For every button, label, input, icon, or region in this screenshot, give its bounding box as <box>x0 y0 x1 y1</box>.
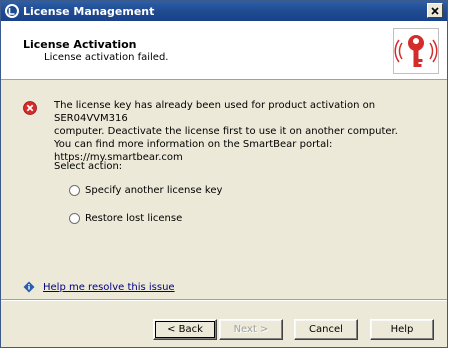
page-subtitle: License activation failed. <box>44 52 169 63</box>
wizard-content: The license key has already been used fo… <box>1 80 447 299</box>
next-button[interactable]: Next > <box>219 319 283 340</box>
help-button[interactable]: Help <box>370 319 434 340</box>
radio-label: Specify another license key <box>85 185 223 196</box>
footer-divider <box>1 299 447 301</box>
error-icon <box>23 101 37 115</box>
radio-button[interactable] <box>69 213 80 224</box>
error-message-line: computer. Deactivate the license first t… <box>54 126 398 137</box>
select-action-label: Select action: <box>54 161 123 172</box>
help-resolve-link[interactable]: Help me resolve this issue <box>43 282 175 293</box>
radio-button[interactable] <box>69 185 80 196</box>
license-key-icon <box>393 28 439 74</box>
app-logo-icon <box>5 4 19 18</box>
back-button[interactable]: < Back <box>153 319 217 340</box>
window-title: License Management <box>23 5 155 18</box>
page-title: License Activation <box>23 38 137 51</box>
cancel-button[interactable]: Cancel <box>294 319 358 340</box>
info-icon <box>23 281 35 293</box>
close-icon <box>431 6 439 15</box>
radio-restore-lost-license[interactable]: Restore lost license <box>69 213 182 224</box>
license-management-dialog: License Management License Activation Li… <box>0 0 448 348</box>
close-button[interactable] <box>427 3 443 18</box>
radio-label: Restore lost license <box>85 213 183 224</box>
radio-specify-another-key[interactable]: Specify another license key <box>69 185 222 196</box>
error-message: The license key has already been used fo… <box>54 99 434 164</box>
help-row: Help me resolve this issue <box>23 281 175 293</box>
title-bar[interactable]: License Management <box>1 1 447 21</box>
error-message-line: The license key has already been used fo… <box>54 100 376 124</box>
wizard-header: License Activation License activation fa… <box>1 21 447 80</box>
